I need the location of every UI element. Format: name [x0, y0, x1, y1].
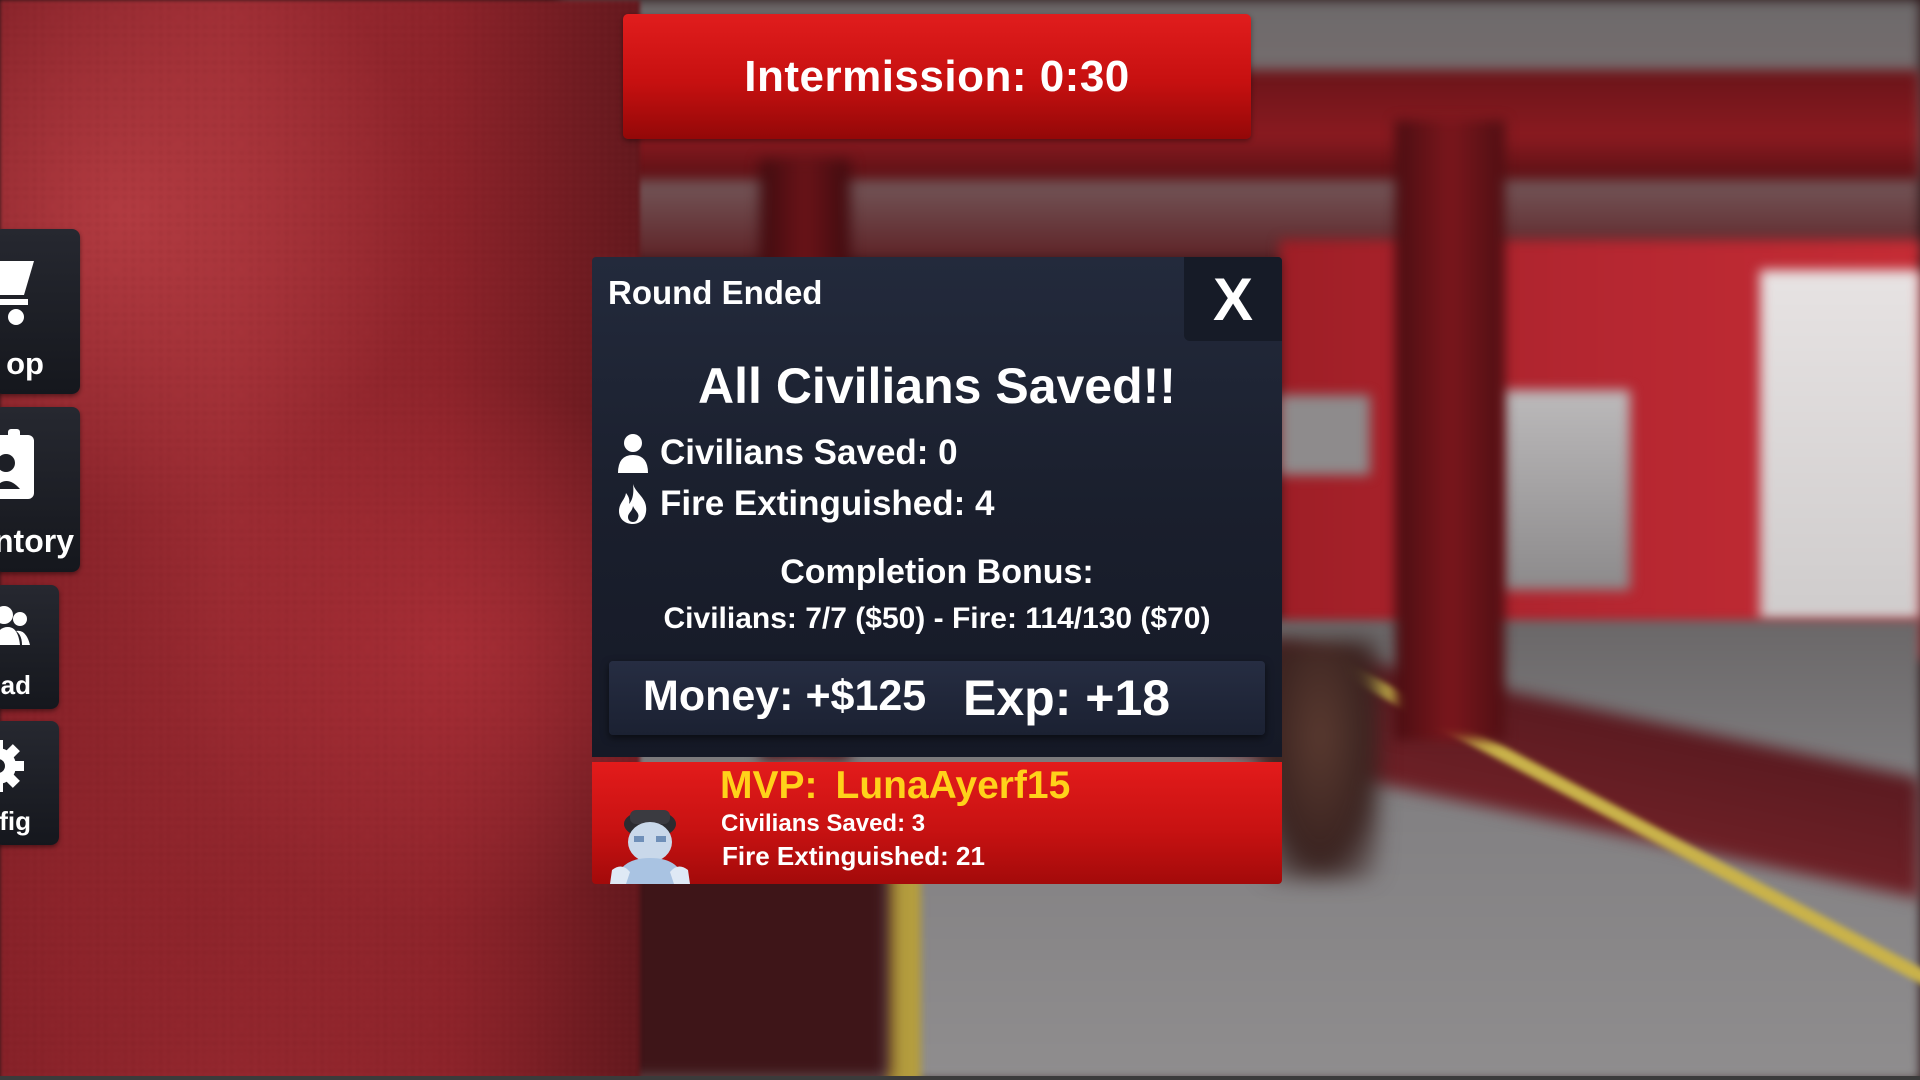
fire-extinguished-stat: Fire Extinguished: 4: [616, 484, 995, 524]
config-label: nfig: [0, 806, 31, 836]
scene-pillar: [1395, 120, 1505, 740]
mvp-label: MVP:: [720, 764, 818, 807]
scene-near-wall: [0, 0, 640, 1080]
civilians-saved-stat: Civilians Saved: 0: [616, 433, 958, 473]
exp-reward: Exp: +18: [963, 670, 1171, 726]
config-button[interactable]: nfig: [0, 721, 59, 845]
fire-extinguished-text: Fire Extinguished: 4: [660, 484, 995, 523]
gear-icon: [0, 740, 24, 792]
close-button[interactable]: X: [1184, 257, 1282, 341]
squad-label: uad: [0, 670, 31, 700]
panel-title: Round Ended: [608, 274, 823, 311]
mvp-player-name: LunaAyerf15: [835, 764, 1071, 807]
shop-button[interactable]: op: [0, 229, 80, 394]
completion-bonus-detail: Civilians: 7/7 ($50) - Fire: 114/130 ($7…: [663, 602, 1211, 635]
round-result-headline: All Civilians Saved!!: [698, 358, 1176, 414]
completion-bonus-title: Completion Bonus:: [780, 553, 1094, 591]
intermission-timer: Intermission: 0:30: [623, 14, 1251, 139]
round-ended-panel: Round Ended X All Civilians Saved!! Civi…: [592, 257, 1282, 757]
bottom-edge: [0, 1076, 1920, 1080]
squad-button[interactable]: uad: [0, 585, 59, 709]
scene-door: [1500, 390, 1630, 590]
person-icon: [618, 434, 648, 473]
money-reward: Money: +$125: [643, 672, 927, 720]
civilians-saved-text: Civilians Saved: 0: [660, 433, 958, 472]
mvp-banner: MVP: LunaAyerf15 Civilians Saved: 3 Fire …: [592, 762, 1282, 884]
shop-label: op: [6, 346, 44, 381]
id-card-icon: [0, 429, 34, 499]
mvp-fire-extinguished: Fire Extinguished: 21: [722, 841, 985, 871]
mvp-title: MVP: LunaAyerf15: [720, 764, 1070, 808]
scene-window: [1760, 270, 1920, 620]
rewards-bar: Money: +$125 Exp: +18: [609, 661, 1265, 735]
scene-yellow-line: [885, 870, 921, 1080]
flame-icon: [619, 484, 647, 524]
scene-door: [1280, 395, 1370, 475]
intermission-timer-text: Intermission: 0:30: [744, 51, 1130, 101]
avatar: [610, 810, 690, 884]
inventory-button[interactable]: ntory: [0, 407, 80, 572]
users-icon: [0, 606, 30, 645]
mvp-civilians-saved: Civilians Saved: 3: [721, 810, 926, 837]
cart-icon: [0, 261, 34, 325]
inventory-label: ntory: [0, 523, 74, 559]
